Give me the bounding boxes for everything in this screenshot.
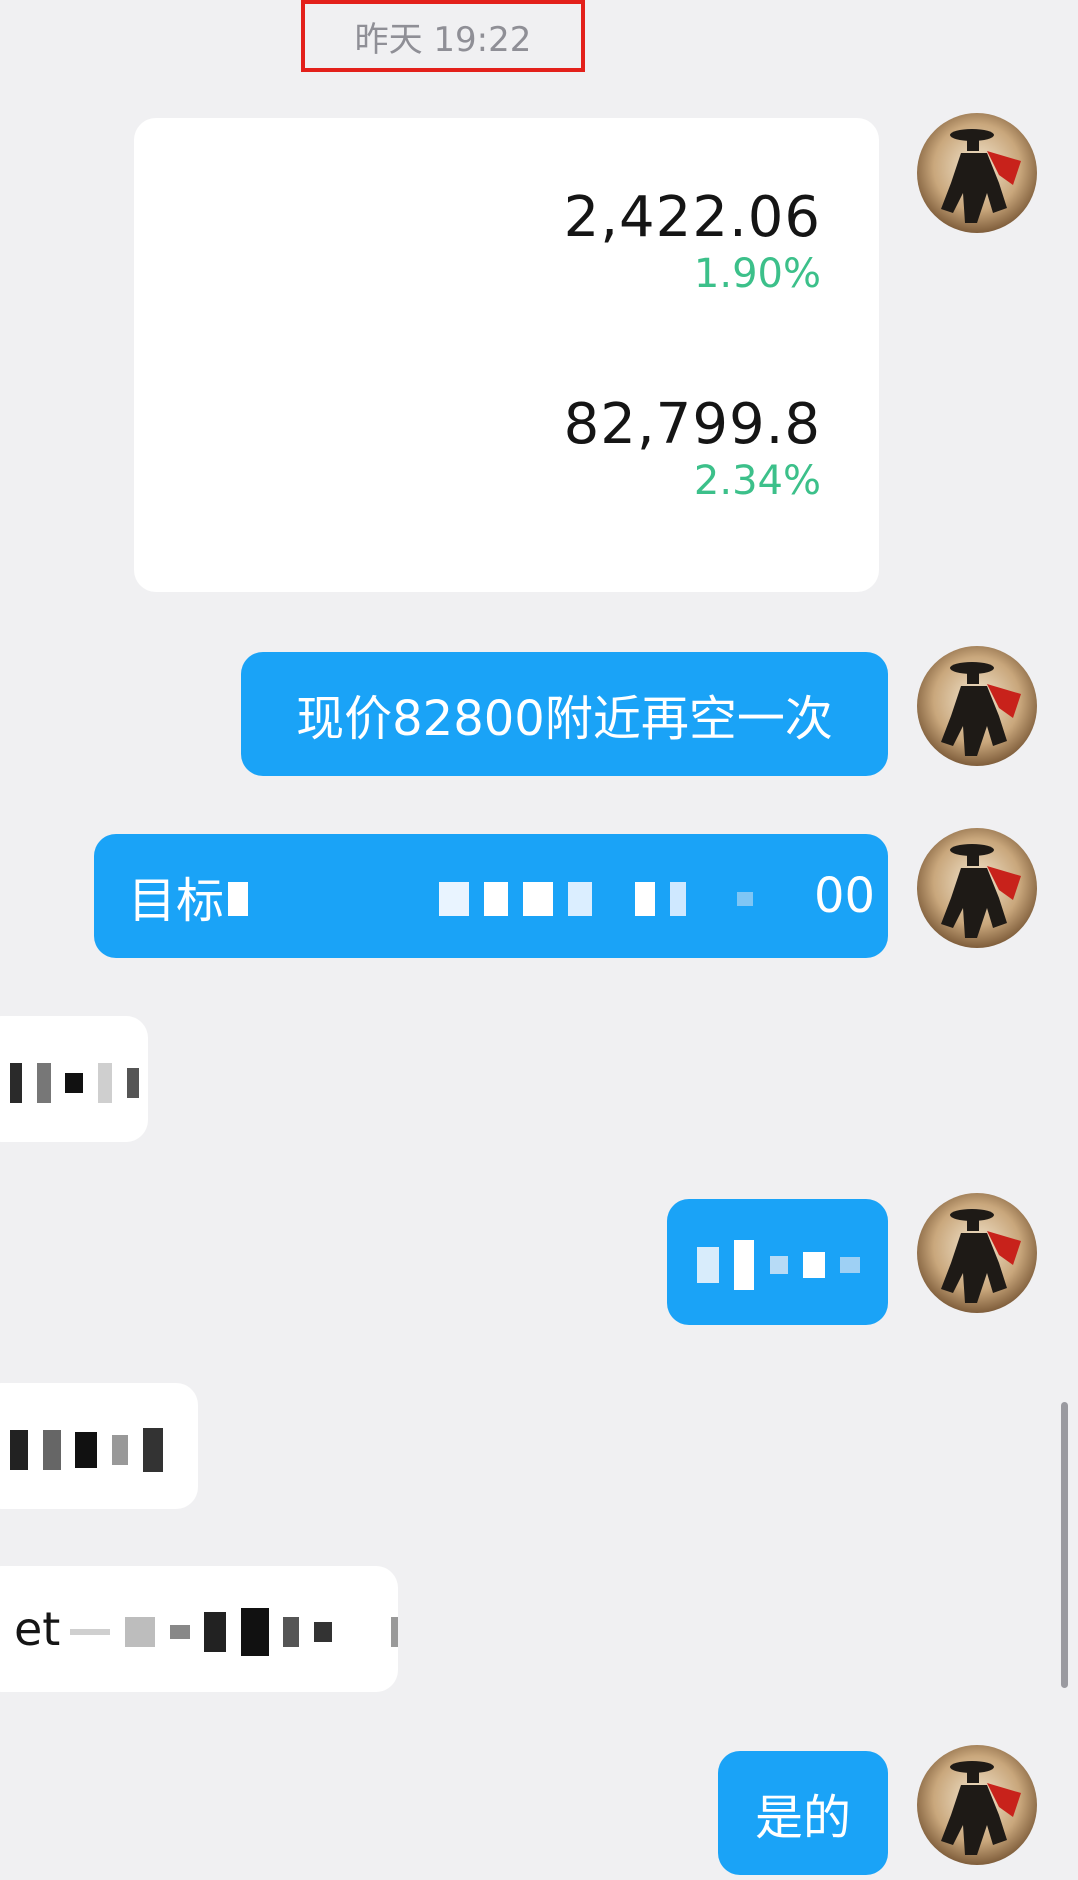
message-text: 目标 (128, 873, 225, 929)
message-bubble-other[interactable]: et (0, 1566, 398, 1692)
quote-item: 82,799.8 2.34% (564, 393, 821, 505)
chat-timestamp: 昨天 19:22 (301, 0, 585, 72)
scrollbar[interactable] (1061, 1402, 1068, 1688)
message-bubble-self[interactable]: 是的 (718, 1751, 888, 1875)
user-avatar[interactable] (917, 1193, 1037, 1313)
user-avatar[interactable] (917, 828, 1037, 948)
pixelated-redaction (10, 1419, 163, 1473)
user-avatar[interactable] (917, 1745, 1037, 1865)
message-text-tail: 00 (813, 868, 876, 924)
message-bubble-self[interactable]: 目标 00 (94, 834, 888, 958)
quote-price: 2,422.06 (563, 185, 821, 250)
pixelated-redaction (697, 1234, 861, 1290)
message-bubble-other[interactable] (0, 1383, 198, 1509)
horseman-avatar-icon (917, 1193, 1037, 1313)
message-text: 现价82800附近再空一次 (296, 691, 833, 747)
message-bubble-self[interactable]: 现价82800附近再空一次 (241, 652, 888, 776)
user-avatar[interactable] (917, 113, 1037, 233)
horseman-avatar-icon (917, 1745, 1037, 1865)
message-text: et (14, 1602, 61, 1656)
pixelated-redaction (228, 868, 808, 924)
pixelated-redaction (10, 1052, 139, 1106)
market-quote-card[interactable]: 2,422.06 1.90% 82,799.8 2.34% (134, 118, 879, 592)
quote-price: 82,799.8 (563, 392, 821, 457)
horseman-avatar-icon (917, 113, 1037, 233)
user-avatar[interactable] (917, 646, 1037, 766)
message-bubble-other[interactable] (0, 1016, 148, 1142)
pixelated-redaction (70, 1602, 398, 1657)
message-text: 是的 (754, 1790, 851, 1846)
quote-change: 2.34% (693, 458, 821, 504)
quote-item: 2,422.06 1.90% (564, 186, 821, 298)
horseman-avatar-icon (917, 646, 1037, 766)
message-bubble-self[interactable] (667, 1199, 888, 1325)
quote-change: 1.90% (693, 251, 821, 297)
horseman-avatar-icon (917, 828, 1037, 948)
